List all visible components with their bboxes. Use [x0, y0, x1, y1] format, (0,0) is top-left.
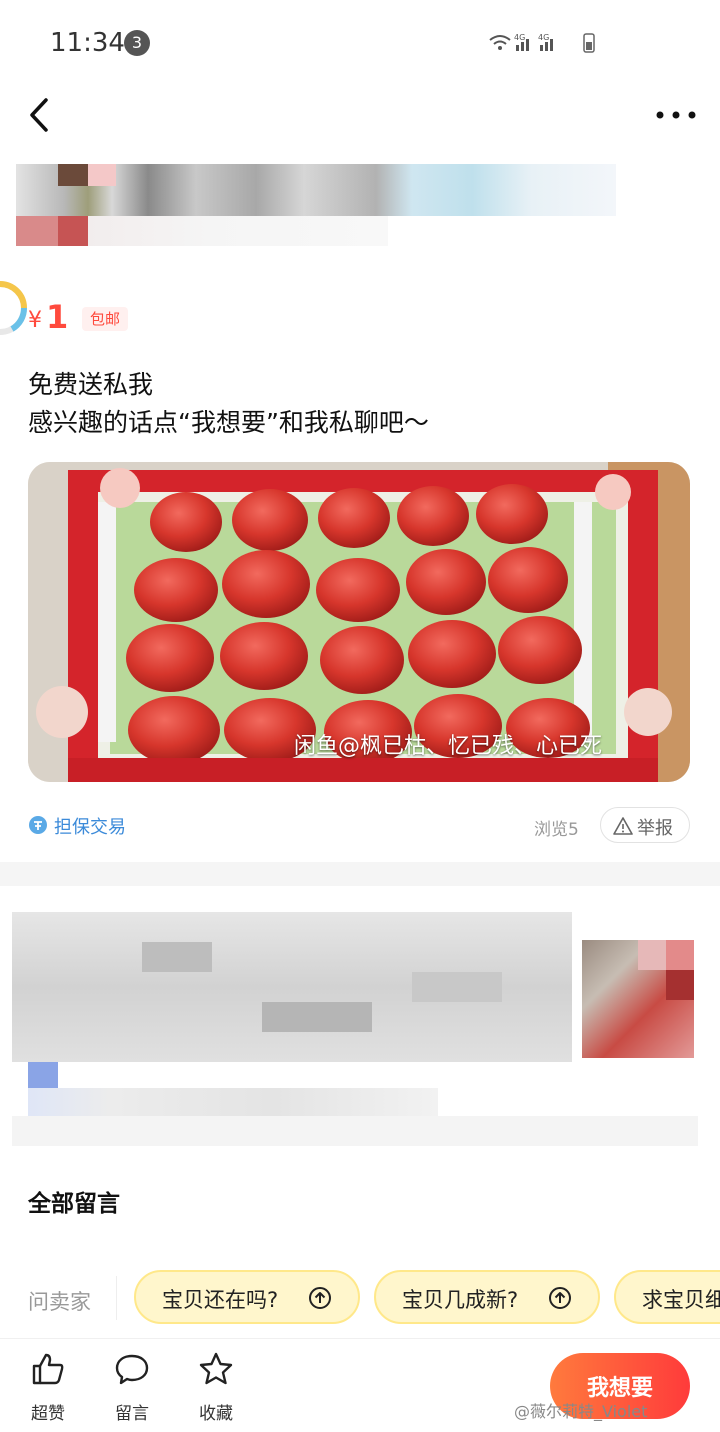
price-value: 1 [46, 298, 69, 336]
view-count: 浏览5 [534, 820, 579, 840]
free-shipping-tag: 包邮 [82, 307, 128, 331]
up-arrow-icon [549, 1287, 571, 1309]
svg-text:4G: 4G [538, 33, 549, 42]
notification-badge: 3 [124, 30, 150, 56]
section-divider [0, 862, 720, 886]
like-tab[interactable]: 超赞 [18, 1349, 78, 1425]
chip-label: 宝贝几成新? [402, 1288, 519, 1312]
status-bar: 11:34 3 4G 4G [0, 0, 720, 86]
back-icon[interactable] [22, 92, 62, 138]
more-icon[interactable] [652, 104, 700, 126]
comments-heading: 全部留言 [28, 1191, 120, 1217]
photo-watermark: 闲鱼@枫已枯、忆已残、心已死 [294, 734, 603, 759]
related-content-pixelated[interactable] [12, 912, 698, 1152]
nav-bar [0, 86, 720, 146]
guarantee-trade-link[interactable]: 担保交易 [54, 813, 126, 839]
comment-tab[interactable]: 留言 [102, 1349, 162, 1425]
ask-separator [116, 1276, 117, 1320]
like-label: 超赞 [31, 1404, 65, 1424]
svg-text:4G: 4G [514, 33, 525, 42]
ask-seller-label: 问卖家 [28, 1290, 91, 1314]
star-icon [199, 1352, 233, 1385]
screenshot-credit: @薇尔莉特_Violet [514, 1402, 648, 1421]
quick-questions-bar: 问卖家 宝贝还在吗? 宝贝几成新? 求宝贝细节 [0, 1256, 720, 1338]
report-label: 举报 [637, 818, 673, 839]
question-chip-details[interactable]: 求宝贝细节 [614, 1270, 720, 1324]
question-chip-condition[interactable]: 宝贝几成新? [374, 1270, 600, 1324]
meta-row: 担保交易 浏览5 举报 [0, 806, 720, 846]
guarantee-icon [29, 816, 47, 834]
speech-bubble-icon [115, 1354, 149, 1385]
status-time: 11:34 [50, 28, 125, 58]
chip-label: 宝贝还在吗? [162, 1288, 279, 1312]
favorite-tab[interactable]: 收藏 [186, 1349, 246, 1425]
report-button[interactable]: 举报 [600, 807, 690, 843]
thumbs-up-icon [32, 1353, 64, 1385]
chip-label: 求宝贝细节 [642, 1288, 720, 1312]
warning-icon [613, 817, 633, 835]
product-photo[interactable]: 闲鱼@枫已枯、忆已残、心已死 [28, 462, 690, 782]
up-arrow-icon [309, 1287, 331, 1309]
signal-wifi-battery-icon: 4G 4G [489, 33, 595, 53]
item-description: 免费送私我 感兴趣的话点“我想要”和我私聊吧～ [28, 366, 698, 442]
seller-info-pixelated[interactable] [16, 164, 616, 260]
favorite-label: 收藏 [199, 1404, 233, 1424]
description-line-2: 感兴趣的话点“我想要”和我私聊吧～ [28, 408, 429, 437]
question-chip-still-available[interactable]: 宝贝还在吗? [134, 1270, 360, 1324]
comment-label: 留言 [115, 1404, 149, 1424]
description-line-1: 免费送私我 [28, 370, 154, 399]
price-currency: ¥ [28, 308, 42, 333]
